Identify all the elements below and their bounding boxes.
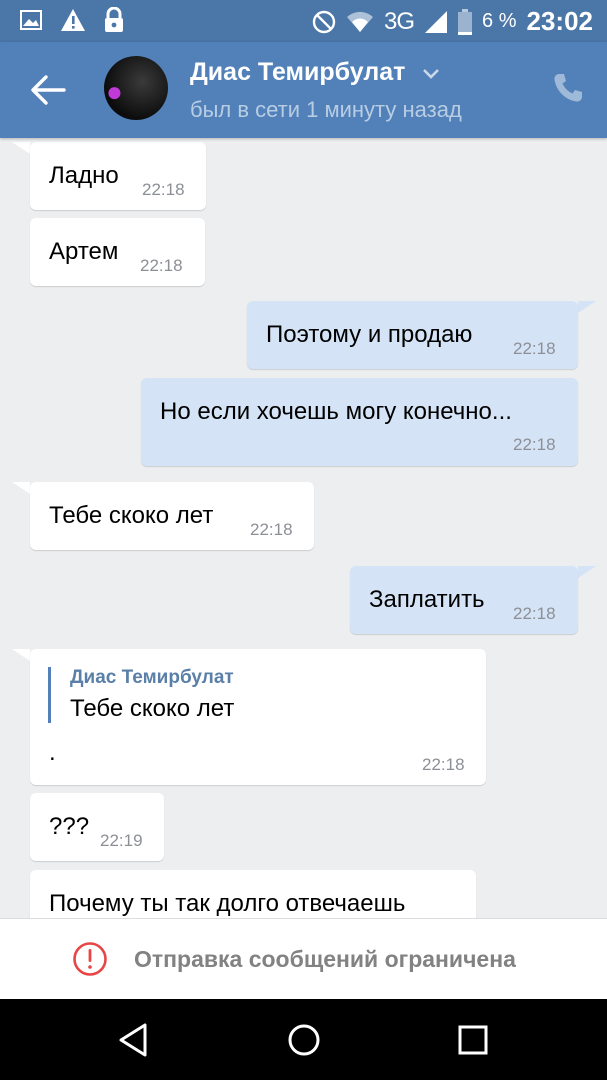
contact-name[interactable]: Диас Темирбулат	[190, 58, 405, 87]
message-incoming-reply[interactable]: Диас Темирбулат Тебе скоко лет . 22:18	[30, 649, 486, 785]
message-text: Ладно	[49, 162, 119, 189]
warning-circle-icon	[73, 942, 107, 976]
message-text: Но если хочешь могу конечно...	[160, 398, 512, 425]
nav-recents-icon[interactable]	[454, 1021, 492, 1059]
chevron-down-icon[interactable]	[422, 68, 440, 80]
status-clock: 23:02	[526, 6, 594, 36]
lock-icon	[105, 7, 123, 32]
status-bar: 3G 6 % 23:02	[0, 0, 607, 42]
message-time: 22:18	[513, 435, 556, 454]
restriction-text: Отправка сообщений ограничена	[134, 946, 516, 972]
message-list[interactable]: Ладно 22:18 Артем 22:18 Поэтому и продаю…	[0, 138, 607, 918]
nav-home-icon[interactable]	[285, 1021, 323, 1059]
message-outgoing[interactable]: Поэтому и продаю 22:18	[247, 301, 578, 369]
do-not-disturb-icon	[312, 10, 336, 33]
image-icon	[20, 10, 42, 30]
battery-icon	[458, 8, 473, 35]
message-incoming[interactable]: Почему ты так долго отвечаешь	[30, 870, 476, 918]
reply-quote-bar	[48, 667, 51, 723]
messaging-restricted-bar: Отправка сообщений ограничена	[0, 918, 607, 999]
message-incoming[interactable]: Тебе скоко лет 22:18	[30, 482, 314, 550]
message-time: 22:18	[140, 256, 183, 275]
message-incoming[interactable]: Артем 22:18	[30, 218, 205, 286]
reply-text: Тебе скоко лет	[70, 695, 235, 722]
android-navigation-bar	[0, 999, 607, 1080]
message-time: 22:18	[513, 339, 556, 358]
warning-icon	[61, 9, 85, 31]
phone-icon[interactable]	[552, 72, 584, 104]
devil-emoji-icon: ●	[106, 76, 123, 107]
wifi-icon	[347, 11, 374, 32]
battery-percent: 6 %	[482, 10, 517, 32]
message-time: 22:19	[100, 831, 143, 850]
message-time: 22:18	[422, 755, 465, 774]
message-time: 22:18	[250, 520, 293, 539]
message-incoming[interactable]: ??? 22:19	[30, 793, 164, 861]
message-outgoing[interactable]: Но если хочешь могу конечно... 22:18	[141, 378, 578, 466]
avatar[interactable]: ●	[104, 56, 168, 120]
message-text: Почему ты так долго отвечаешь	[49, 890, 406, 917]
contact-last-seen: был в сети 1 минуту назад	[190, 97, 462, 122]
signal-icon	[425, 10, 448, 33]
nav-back-icon[interactable]	[115, 1021, 153, 1059]
message-text: Поэтому и продаю	[266, 321, 473, 348]
network-type: 3G	[384, 7, 415, 35]
back-arrow-icon[interactable]	[28, 72, 68, 108]
message-text: Артем	[49, 238, 119, 265]
reply-author[interactable]: Диас Темирбулат	[70, 667, 234, 689]
message-text: ???	[49, 813, 90, 840]
message-outgoing[interactable]: Заплатить 22:18	[350, 566, 578, 634]
message-incoming[interactable]: Ладно 22:18	[30, 142, 206, 210]
message-text: .	[49, 739, 56, 766]
message-text: Тебе скоко лет	[49, 502, 214, 529]
message-time: 22:18	[513, 604, 556, 623]
message-text: Заплатить	[369, 586, 485, 613]
chat-header: ● Диас Темирбулат был в сети 1 минуту на…	[0, 42, 607, 138]
message-time: 22:18	[142, 180, 185, 199]
